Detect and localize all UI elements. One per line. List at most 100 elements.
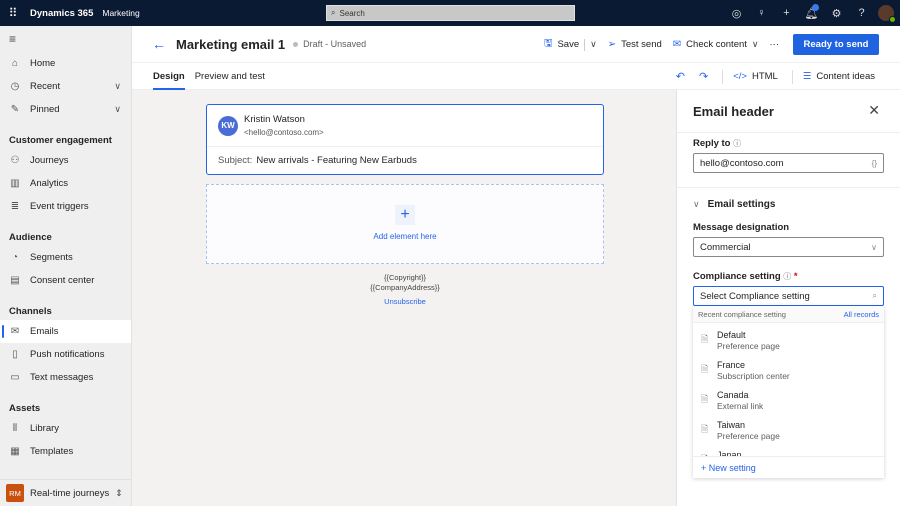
tabs-bar: Design Preview and test ↶ ↷ </> HTML ☰ Con…	[132, 63, 900, 90]
check-content-button[interactable]: ✉ Check content ∨	[673, 39, 759, 50]
sidebar-item-consent-center[interactable]: ▤ Consent center	[0, 269, 131, 292]
consent-icon: ▤	[10, 275, 20, 286]
email-header-panel: Email header ✕ Reply to ⓘ hello@contoso.…	[676, 90, 900, 506]
list-item[interactable]: 🗎 Canada External link	[693, 385, 884, 415]
document-icon: 🗎	[701, 364, 709, 374]
sidebar-item-library[interactable]: ⫴ Library	[0, 417, 131, 440]
panel-title-row: Email header ✕	[677, 90, 900, 133]
email-settings-toggle[interactable]: ∨ Email settings	[677, 188, 900, 220]
lightbulb-icon[interactable]: ♀	[749, 7, 774, 19]
sidebar-item-label: Segments	[30, 252, 73, 263]
journey-icon: ⚇	[10, 155, 20, 166]
area-avatar: RM	[6, 484, 24, 502]
gear-icon[interactable]: ⚙	[824, 7, 849, 20]
save-options-chevron-icon[interactable]: ∨	[590, 39, 597, 50]
search-input[interactable]: ⌕ Search	[326, 5, 575, 21]
sender-name: Kristin Watson	[244, 114, 305, 125]
sidebar-item-label: Templates	[30, 446, 74, 457]
save-button[interactable]: 🖫 Save	[544, 36, 579, 53]
app-launcher-icon[interactable]: ⠿	[0, 0, 26, 26]
add-element-label[interactable]: Add element here	[207, 232, 603, 241]
plus-icon[interactable]: +	[395, 205, 415, 225]
compliance-placeholder: Select Compliance setting	[700, 290, 810, 302]
user-avatar[interactable]	[878, 5, 896, 23]
clock-icon: ◷	[10, 81, 20, 92]
ready-to-send-button[interactable]: Ready to send	[793, 34, 879, 55]
add-element-dropzone[interactable]: + Add element here	[206, 184, 604, 264]
search-icon[interactable]: ⌕	[873, 291, 877, 301]
sidebar-item-segments[interactable]: ◔ Segments	[0, 246, 131, 269]
sidebar-item-journeys[interactable]: ⚇ Journeys	[0, 149, 131, 172]
info-icon[interactable]: ⓘ	[733, 139, 741, 148]
target-icon[interactable]: ◎	[724, 7, 749, 20]
content-ideas-label: Content ideas	[816, 71, 875, 82]
document-icon: 🗎	[701, 424, 709, 434]
option-name: Taiwan	[717, 419, 746, 430]
all-records-link[interactable]: All records	[844, 310, 879, 319]
check-content-label: Check content	[686, 39, 747, 50]
message-designation-select[interactable]: Commercial ∨	[693, 237, 884, 257]
sidebar-item-label: Text messages	[30, 372, 94, 383]
divider	[584, 38, 586, 51]
sidebar-item-analytics[interactable]: ▥ Analytics	[0, 172, 131, 195]
bell-icon[interactable]: 🔔︎	[799, 3, 824, 20]
test-send-button[interactable]: ➢ Test send	[608, 39, 662, 50]
divider	[722, 69, 724, 84]
pin-icon: ✎	[10, 104, 20, 115]
list-item[interactable]: 🗎JapanExternal link	[693, 445, 884, 457]
unsubscribe-link[interactable]: Unsubscribe	[206, 297, 604, 307]
hamburger-menu-icon[interactable]: ≡	[0, 26, 131, 52]
info-icon[interactable]: ⓘ	[783, 272, 791, 281]
list-item[interactable]: 🗎 Taiwan Preference page	[693, 415, 884, 445]
back-arrow-icon[interactable]: ←	[152, 36, 166, 52]
sidebar-item-templates[interactable]: ▦ Templates	[0, 440, 131, 463]
reply-to-label: Reply to ⓘ	[677, 138, 900, 149]
chevron-down-icon[interactable]: ∨	[114, 81, 121, 92]
reply-to-input[interactable]: hello@contoso.com {}	[693, 153, 884, 173]
area-switcher[interactable]: RM Real-time journeys ⇕	[0, 479, 131, 506]
page-title: Marketing email 1	[176, 36, 286, 52]
option-type: Subscription center	[717, 370, 790, 381]
new-setting-button[interactable]: + New setting	[693, 456, 884, 478]
email-header-card[interactable]: KW Kristin Watson <hello@contoso.com> Su…	[206, 104, 604, 175]
help-icon[interactable]: ?	[849, 7, 874, 19]
html-button[interactable]: </> HTML	[733, 71, 778, 82]
sidebar-item-recent[interactable]: ◷ Recent ∨	[0, 75, 131, 98]
reply-to-value: hello@contoso.com	[700, 157, 784, 169]
sidebar-item-text-messages[interactable]: ▭ Text messages	[0, 366, 131, 389]
redo-icon[interactable]: ↷	[699, 70, 708, 83]
sidebar-item-label: Recent	[30, 81, 61, 92]
tab-preview-and-test[interactable]: Preview and test	[195, 63, 265, 90]
more-options-button[interactable]: ···	[770, 39, 780, 50]
sidebar-item-push-notifications[interactable]: ▯ Push notifications	[0, 343, 131, 366]
sidebar-item-pinned[interactable]: ✎ Pinned ∨	[0, 98, 131, 121]
library-icon: ⫴	[12, 423, 18, 434]
sender-row: KW Kristin Watson <hello@contoso.com>	[207, 105, 603, 147]
compliance-setting-input[interactable]: Select Compliance setting ⌕	[693, 286, 884, 306]
sidebar-item-event-triggers[interactable]: ≣ Event triggers	[0, 195, 131, 218]
sidebar-item-home[interactable]: ⌂ Home	[0, 52, 131, 75]
sidebar: ≡ ⌂ Home ◷ Recent ∨ ✎ Pinned ∨ Customer engag…	[0, 26, 132, 506]
sidebar-item-emails[interactable]: ✉ Emails	[0, 320, 131, 343]
panel-title: Email header	[693, 103, 774, 119]
content-ideas-button[interactable]: ☰ Content ideas	[803, 71, 875, 82]
analytics-icon: ▥	[10, 178, 20, 189]
status-dot	[293, 41, 299, 47]
close-icon[interactable]: ✕	[868, 102, 880, 119]
section-channels: Channels	[9, 306, 52, 317]
tab-design[interactable]: Design	[153, 63, 185, 90]
plus-icon[interactable]: +	[774, 7, 799, 19]
chevron-down-icon[interactable]: ∨	[114, 104, 121, 115]
reply-to-text: Reply to	[693, 138, 731, 149]
email-settings-label: Email settings	[707, 198, 776, 210]
list-item[interactable]: 🗎 France Subscription center	[693, 355, 884, 385]
undo-icon[interactable]: ↶	[676, 70, 685, 83]
list-item[interactable]: 🗎 Default Preference page	[693, 325, 884, 355]
section-customer-engagement: Customer engagement	[9, 135, 112, 146]
dropdown-list[interactable]: 🗎 Default Preference page 🗎 France Subscript…	[693, 323, 884, 457]
dynamic-text-icon[interactable]: {}	[872, 159, 877, 168]
sidebar-item-label: Analytics	[30, 178, 69, 189]
chevron-down-icon: ∨	[751, 39, 759, 49]
document-icon: 🗎	[701, 452, 715, 456]
sender-email: <hello@contoso.com>	[244, 128, 324, 137]
